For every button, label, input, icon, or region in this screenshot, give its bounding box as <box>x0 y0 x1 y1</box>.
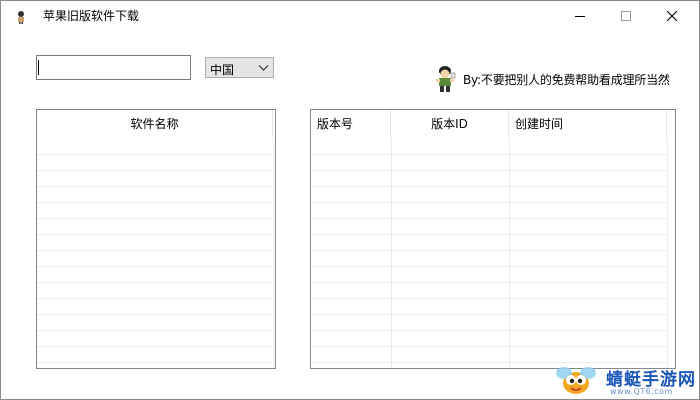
app-window: 苹果旧版软件下载 中国 By:不要把别人的免费帮助看成理所当然 软件名称 版本号… <box>0 0 700 400</box>
grid-line <box>37 250 273 251</box>
column-divider <box>509 138 510 368</box>
column-header-created-time[interactable]: 创建时间 <box>509 110 667 138</box>
app-list-header: 软件名称 <box>37 110 275 138</box>
grid-line <box>37 170 273 171</box>
close-icon <box>666 10 678 22</box>
region-select[interactable]: 中国 <box>205 57 274 78</box>
grid-line <box>311 170 667 171</box>
author-text: By:不要把别人的免费帮助看成理所当然 <box>463 73 670 87</box>
grid-line <box>311 330 667 331</box>
grid-line <box>311 266 667 267</box>
column-divider <box>667 138 668 368</box>
column-divider <box>391 138 392 368</box>
column-header-version[interactable]: 版本号 <box>311 110 391 138</box>
region-select-value: 中国 <box>210 63 235 77</box>
grid-line <box>37 362 273 363</box>
grid-line <box>37 186 273 187</box>
grid-line <box>311 218 667 219</box>
minimize-button[interactable] <box>557 1 603 31</box>
grid-line <box>37 298 273 299</box>
grid-line <box>37 314 273 315</box>
grid-line <box>37 330 273 331</box>
grid-line <box>37 266 273 267</box>
author-avatar-icon <box>433 65 457 93</box>
search-input[interactable] <box>36 55 191 80</box>
title-bar[interactable]: 苹果旧版软件下载 <box>1 1 699 31</box>
grid-line <box>311 346 667 347</box>
watermark-url: www.QT6.com <box>610 387 673 396</box>
maximize-icon <box>621 11 631 21</box>
site-watermark: 蜻蜓手游网 www.QT6.com <box>554 361 699 399</box>
grid-line <box>311 314 667 315</box>
grid-line <box>311 282 667 283</box>
column-header-app-name[interactable]: 软件名称 <box>37 110 273 138</box>
maximize-button[interactable] <box>603 1 649 31</box>
close-button[interactable] <box>649 1 695 31</box>
grid-line <box>311 202 667 203</box>
text-caret <box>38 60 39 75</box>
version-list-header: 版本号 版本ID 创建时间 <box>311 110 675 138</box>
grid-line <box>37 234 273 235</box>
window-title: 苹果旧版软件下载 <box>43 9 140 23</box>
grid-line <box>37 202 273 203</box>
grid-line <box>311 298 667 299</box>
grid-line <box>37 154 273 155</box>
grid-line <box>37 346 273 347</box>
dragonfly-logo-icon <box>556 367 596 394</box>
minimize-icon <box>575 15 585 17</box>
grid-line <box>311 186 667 187</box>
app-list[interactable]: 软件名称 <box>36 109 276 369</box>
grid-line <box>311 234 667 235</box>
app-icon <box>15 10 27 24</box>
grid-line <box>311 154 667 155</box>
chevron-down-icon <box>258 65 269 71</box>
column-divider <box>273 138 274 368</box>
version-list[interactable]: 版本号 版本ID 创建时间 <box>310 109 676 369</box>
grid-line <box>37 282 273 283</box>
grid-line <box>311 250 667 251</box>
column-header-version-id[interactable]: 版本ID <box>391 110 509 138</box>
grid-line <box>37 218 273 219</box>
